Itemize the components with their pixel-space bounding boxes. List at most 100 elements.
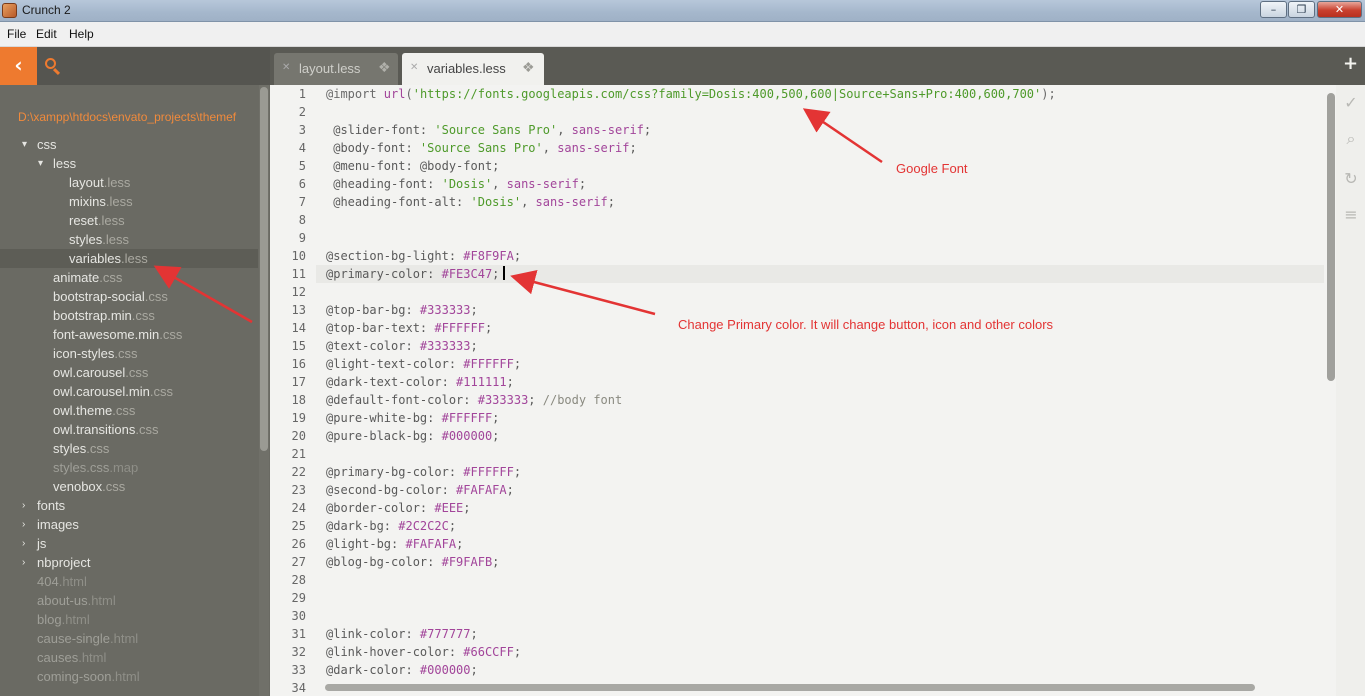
code-line[interactable]: @link-color: #777777;: [326, 625, 478, 643]
compile-check-icon[interactable]: ✓: [1341, 93, 1361, 113]
chevron-right-icon[interactable]: ›: [22, 534, 25, 553]
file-item[interactable]: 404.html: [0, 572, 258, 591]
code-line[interactable]: @link-hover-color: #66CCFF;: [326, 643, 521, 661]
code-line[interactable]: @dark-color: #000000;: [326, 661, 478, 679]
horizontal-scrollbar[interactable]: [322, 682, 1326, 692]
close-button[interactable]: ✕: [1317, 1, 1362, 18]
code-line[interactable]: @light-bg: #FAFAFA;: [326, 535, 463, 553]
chevron-right-icon[interactable]: ›: [22, 553, 25, 572]
file-item[interactable]: styles.css.map: [0, 458, 258, 477]
tab-variables-less[interactable]: ✕ variables.less ❖: [402, 53, 544, 85]
file-item[interactable]: owl.transitions.css: [0, 420, 258, 439]
add-tab-icon[interactable]: +: [1343, 53, 1358, 74]
chevron-down-icon[interactable]: ▾: [38, 154, 43, 173]
folder-item[interactable]: ▾ css: [0, 135, 258, 154]
tab-menu-icon[interactable]: ❖: [522, 59, 535, 76]
file-item[interactable]: animate.css: [0, 268, 258, 287]
minimize-button[interactable]: –: [1260, 1, 1287, 18]
tree-item-name: owl.transitions: [53, 422, 136, 437]
file-item[interactable]: bootstrap.min.css: [0, 306, 258, 325]
file-item[interactable]: blog.html: [0, 610, 258, 629]
code-line[interactable]: @slider-font: 'Source Sans Pro', sans-se…: [326, 121, 651, 139]
folder-item[interactable]: › images: [0, 515, 258, 534]
code-token: @primary-color:: [326, 267, 442, 281]
menu-edit[interactable]: Edit: [36, 27, 57, 41]
code-area[interactable]: @import url('https://fonts.googleapis.co…: [270, 85, 1324, 685]
file-item[interactable]: bootstrap-social.css: [0, 287, 258, 306]
menu-file[interactable]: File: [7, 27, 26, 41]
code-token: ;: [463, 501, 471, 515]
list-icon[interactable]: ≡: [1341, 205, 1361, 225]
code-line[interactable]: @light-text-color: #FFFFFF;: [326, 355, 521, 373]
tab-close-icon[interactable]: ✕: [282, 62, 290, 73]
chevron-right-icon[interactable]: ›: [22, 515, 25, 534]
file-item[interactable]: mixins.less: [0, 192, 258, 211]
tree-item-name: styles.css: [53, 460, 110, 475]
folder-item[interactable]: ▾ less: [0, 154, 258, 173]
line-number: 22: [291, 465, 306, 479]
code-token: #000000: [441, 429, 493, 443]
code-line[interactable]: @body-font: 'Source Sans Pro', sans-seri…: [326, 139, 636, 157]
code-line[interactable]: @blog-bg-color: #F9FAFB;: [326, 553, 499, 571]
maximize-button[interactable]: ❐: [1288, 1, 1315, 18]
code-line[interactable]: @dark-text-color: #111111;: [326, 373, 514, 391]
tab-close-icon[interactable]: ✕: [410, 62, 418, 73]
sidebar-scrollbar-thumb[interactable]: [260, 87, 268, 451]
file-item[interactable]: owl.carousel.min.css: [0, 382, 258, 401]
folder-item[interactable]: › nbproject: [0, 553, 258, 572]
tree-item-name: cause-single: [37, 631, 110, 646]
horizontal-scrollbar-thumb[interactable]: [325, 684, 1255, 691]
file-item[interactable]: variables.less: [0, 249, 258, 268]
file-item[interactable]: owl.theme.css: [0, 401, 258, 420]
file-item[interactable]: coming-soon.html: [0, 667, 258, 686]
tree-item-extension: .less: [102, 232, 129, 247]
search-icon[interactable]: ⌕: [1341, 129, 1361, 149]
back-button[interactable]: ‹: [0, 47, 37, 85]
file-item[interactable]: owl.carousel.css: [0, 363, 258, 382]
file-item[interactable]: layout.less: [0, 173, 258, 192]
sidebar-scrollbar[interactable]: [259, 85, 269, 696]
code-line[interactable]: @primary-color: #FE3C47;: [270, 265, 1324, 283]
code-token: #777777: [419, 627, 471, 641]
folder-item[interactable]: › fonts: [0, 496, 258, 515]
file-item[interactable]: venobox.css: [0, 477, 258, 496]
file-item[interactable]: reset.less: [0, 211, 258, 230]
code-line[interactable]: @default-font-color: #333333; //body fon…: [326, 391, 622, 409]
code-line[interactable]: @heading-font-alt: 'Dosis', sans-serif;: [326, 193, 615, 211]
search-icon[interactable]: [42, 56, 64, 78]
vertical-scrollbar[interactable]: [1324, 85, 1336, 696]
refresh-icon[interactable]: ↻: [1341, 169, 1361, 189]
code-line[interactable]: @border-color: #EEE;: [326, 499, 471, 517]
tab-layout-less[interactable]: ✕ layout.less ❖: [274, 53, 398, 85]
line-number-gutter: 1 2 3 4 5 6 7 8 9 10 11 12 13 14 15 16 17 18 19 20 21 22 23 24 2…: [270, 85, 316, 696]
file-item[interactable]: about-us.html: [0, 591, 258, 610]
code-line[interactable]: @menu-font: @body-font;: [326, 157, 499, 175]
file-item[interactable]: cause-single.html: [0, 629, 258, 648]
code-line[interactable]: @import url('https://fonts.googleapis.co…: [326, 85, 1056, 103]
code-editor[interactable]: 1 2 3 4 5 6 7 8 9 10 11 12 13 14 15 16 17 18 19 20 21 22 23 24 2…: [270, 85, 1336, 696]
chevron-down-icon[interactable]: ▾: [22, 135, 27, 154]
file-tree: ▾ css ▾ less layout.less mixins.less reset.les…: [0, 135, 258, 686]
code-line[interactable]: @heading-font: 'Dosis', sans-serif;: [326, 175, 586, 193]
code-line[interactable]: @top-bar-text: #FFFFFF;: [326, 319, 492, 337]
file-item[interactable]: styles.css: [0, 439, 258, 458]
menu-help[interactable]: Help: [69, 27, 94, 41]
file-item[interactable]: font-awesome.min.css: [0, 325, 258, 344]
tab-menu-icon[interactable]: ❖: [378, 59, 391, 76]
file-item[interactable]: causes.html: [0, 648, 258, 667]
folder-item[interactable]: › js: [0, 534, 258, 553]
code-line[interactable]: @second-bg-color: #FAFAFA;: [326, 481, 514, 499]
code-line[interactable]: @section-bg-light: #F8F9FA;: [326, 247, 521, 265]
code-token: @default-font-color:: [326, 393, 478, 407]
file-item[interactable]: icon-styles.css: [0, 344, 258, 363]
code-token: sans-serif: [506, 177, 579, 191]
code-line[interactable]: @top-bar-bg: #333333;: [326, 301, 478, 319]
code-line[interactable]: @pure-black-bg: #000000;: [326, 427, 499, 445]
code-line[interactable]: @pure-white-bg: #FFFFFF;: [326, 409, 499, 427]
vertical-scrollbar-thumb[interactable]: [1327, 93, 1335, 381]
code-line[interactable]: @dark-bg: #2C2C2C;: [326, 517, 456, 535]
code-line[interactable]: @text-color: #333333;: [326, 337, 478, 355]
code-line[interactable]: @primary-bg-color: #FFFFFF;: [326, 463, 521, 481]
chevron-right-icon[interactable]: ›: [22, 496, 25, 515]
file-item[interactable]: styles.less: [0, 230, 258, 249]
